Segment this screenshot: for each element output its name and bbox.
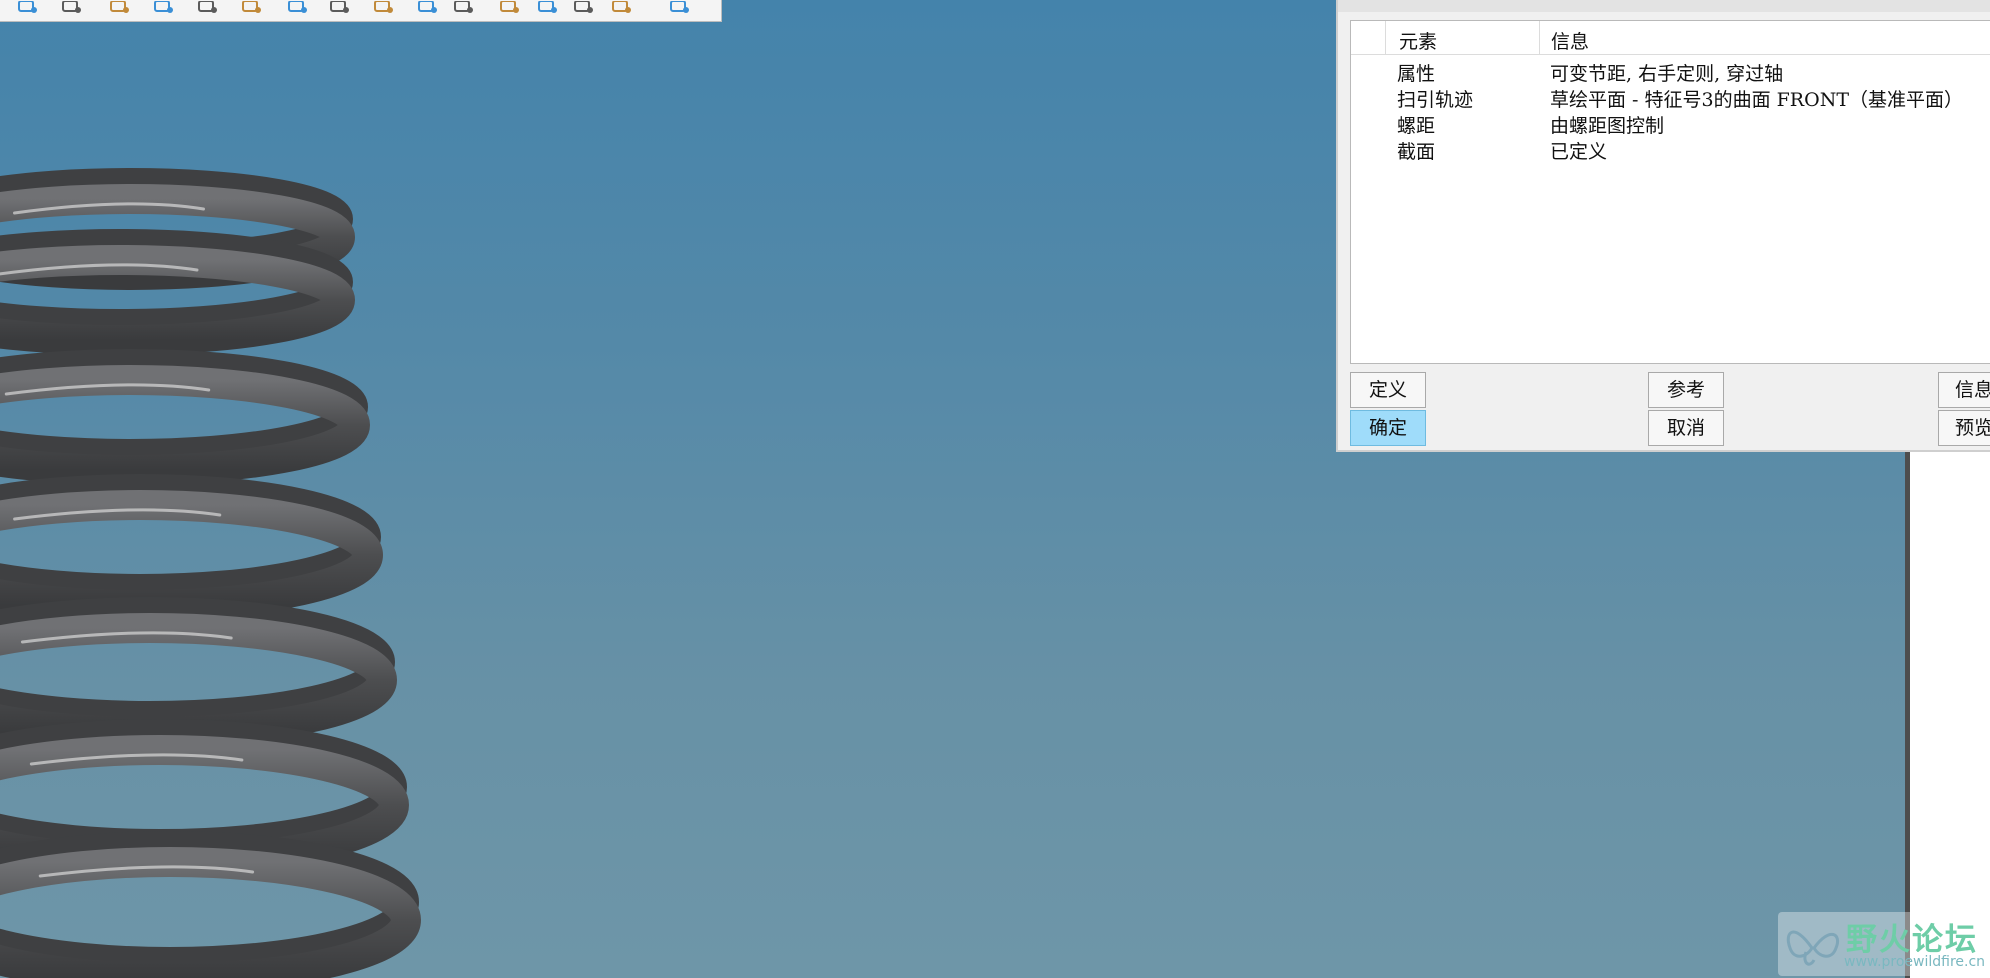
perspective-icon[interactable] [240, 0, 264, 14]
info-cell: 已定义 [1550, 141, 1608, 163]
datum-curve-icon[interactable] [286, 0, 310, 14]
preview-button[interactable]: 预览 [1938, 410, 1990, 446]
3d-viewport[interactable]: 元素 信息 属性 可变节距, 右手定则, 穿过轴 扫引轨迹 草绘平面 - 特征号… [0, 0, 1990, 978]
view-manager-icon[interactable] [60, 0, 84, 14]
info-button[interactable]: 信息 [1938, 372, 1990, 408]
cancel-button[interactable]: 取消 [1648, 410, 1724, 446]
datum-plane-icon[interactable] [372, 0, 396, 14]
element-info-table: 元素 信息 属性 可变节距, 右手定则, 穿过轴 扫引轨迹 草绘平面 - 特征号… [1350, 20, 1990, 364]
datum-point-icon[interactable] [416, 0, 440, 14]
screenshot-icon[interactable] [152, 0, 176, 14]
ok-button[interactable]: 确定 [1350, 410, 1426, 446]
table-row[interactable]: 截面 已定义 [1351, 135, 1990, 163]
grid-icon[interactable] [610, 0, 634, 14]
element-cell: 螺距 [1397, 115, 1436, 137]
butterfly-logo-icon [1786, 930, 1839, 966]
side-panel [1905, 440, 1990, 978]
element-cell: 属性 [1397, 63, 1436, 85]
table-row[interactable]: 属性 可变节距, 右手定则, 穿过轴 [1351, 57, 1990, 85]
watermark-title: 野火论坛 [1846, 922, 1978, 958]
refit-icon[interactable] [196, 0, 220, 14]
table-row[interactable]: 螺距 由螺距图控制 [1351, 109, 1990, 137]
spring-coil [0, 490, 383, 620]
column-divider [1385, 21, 1386, 55]
element-cell: 扫引轨迹 [1397, 89, 1474, 111]
spin-center-icon[interactable] [536, 0, 560, 14]
dialog-title-strip [1338, 0, 1990, 12]
references-button[interactable]: 参考 [1648, 372, 1724, 408]
watermark: 野火论坛 www.proewildfire.cn [1778, 912, 1990, 976]
top-toolbar [0, 0, 722, 22]
info-cell: 可变节距, 右手定则, 穿过轴 [1550, 63, 1784, 85]
column-divider [1539, 21, 1540, 55]
header-info: 信息 [1551, 31, 1590, 53]
spring-coil [0, 613, 397, 747]
watermark-url: www.proewildfire.cn [1844, 954, 1986, 970]
shaded-view-icon[interactable] [16, 0, 40, 14]
info-cell: 由螺距图控制 [1550, 115, 1665, 137]
element-cell: 截面 [1397, 141, 1436, 163]
saved-views-icon[interactable] [108, 0, 132, 14]
pointer-icon[interactable] [668, 0, 692, 14]
settings-icon[interactable] [572, 0, 596, 14]
table-header: 元素 信息 [1351, 21, 1990, 55]
define-button[interactable]: 定义 [1350, 372, 1426, 408]
feature-definition-dialog: 元素 信息 属性 可变节距, 右手定则, 穿过轴 扫引轨迹 草绘平面 - 特征号… [1336, 0, 1990, 452]
datum-axis-icon[interactable] [328, 0, 352, 14]
table-row[interactable]: 扫引轨迹 草绘平面 - 特征号3的曲面 FRONT（基准平面） [1351, 83, 1990, 111]
csys-icon[interactable] [452, 0, 476, 14]
header-element: 元素 [1399, 31, 1438, 53]
annotation-icon[interactable] [498, 0, 522, 14]
info-cell: 草绘平面 - 特征号3的曲面 FRONT（基准平面） [1550, 89, 1963, 111]
